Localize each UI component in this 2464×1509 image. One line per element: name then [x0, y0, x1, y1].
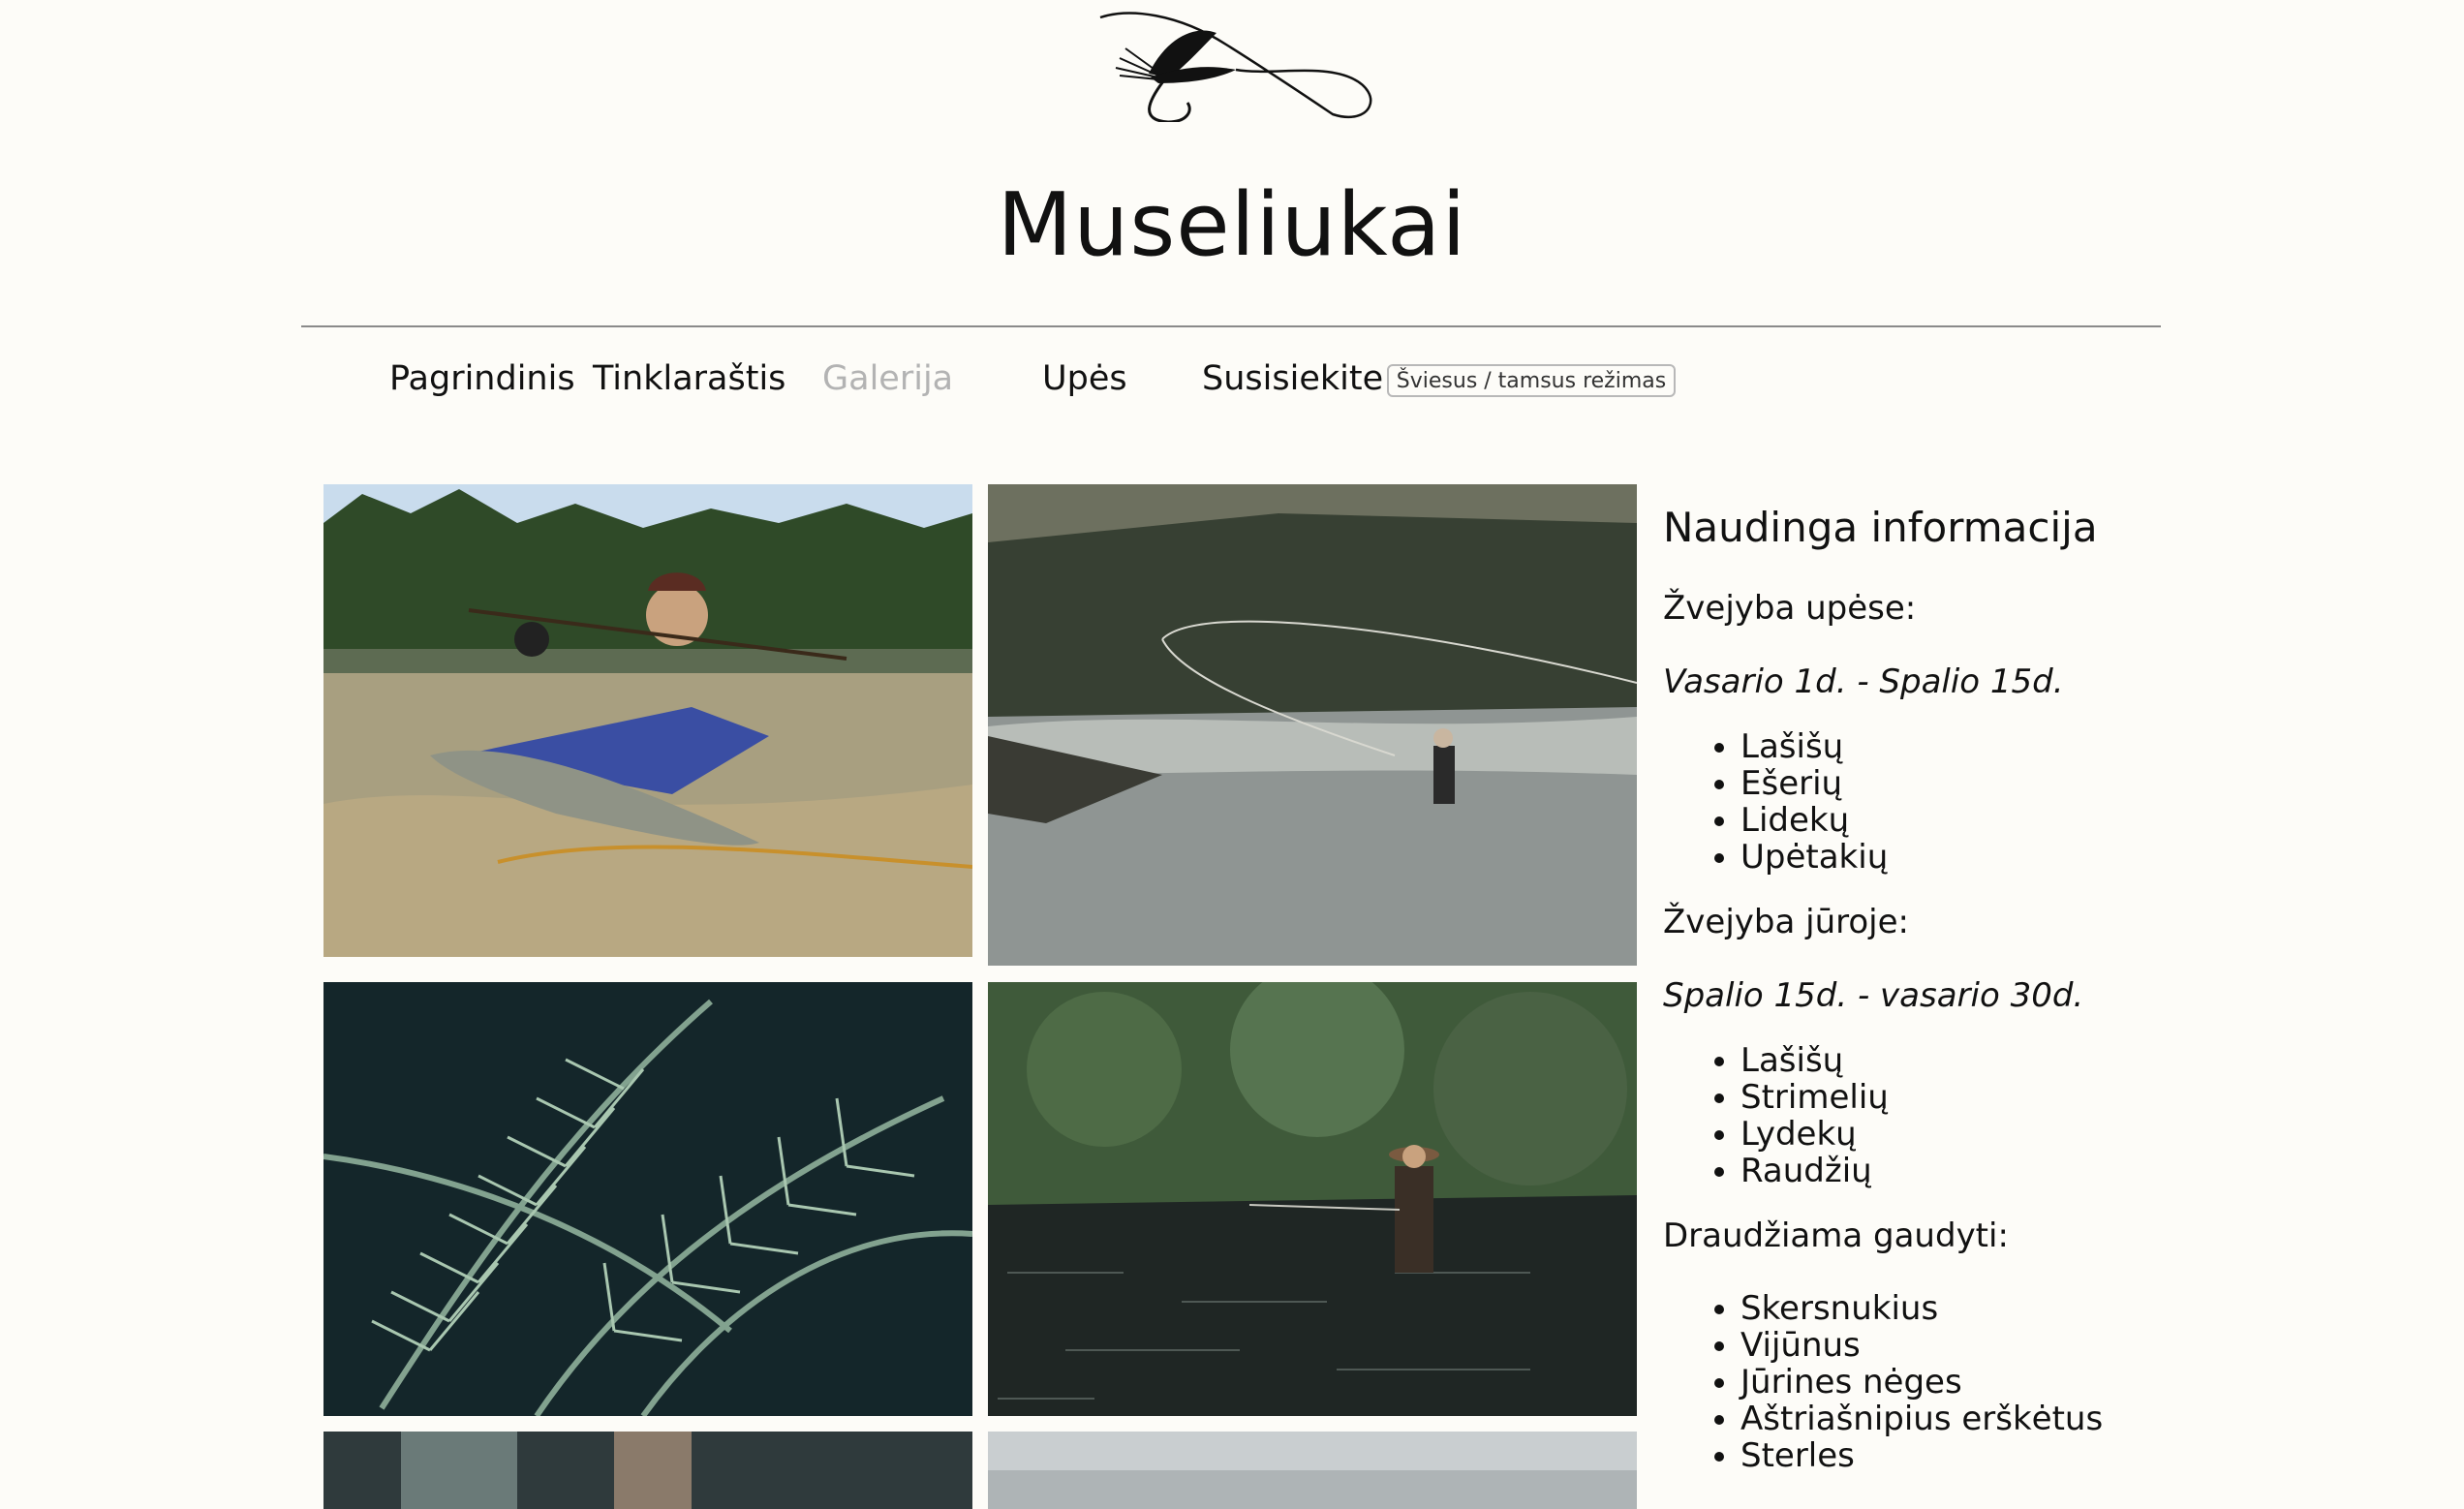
river-fish-list: Lašišų Ešerių Lidekų Upėtakių [1663, 728, 2205, 876]
nav-item-galerija[interactable]: Galerija [822, 354, 953, 403]
river-fishing-dates: Vasario 1d. - Spalio 15d. [1663, 662, 2064, 701]
fern-leaves-photo[interactable] [323, 982, 972, 1416]
list-item: Ešerių [1740, 765, 2205, 802]
nav-item-pagrindinis[interactable]: Pagrindinis [389, 354, 575, 403]
sea-fishing-label: Žvejyba jūroje: [1663, 903, 1909, 941]
header-divider [301, 325, 2161, 327]
list-item: Jūrines nėges [1740, 1364, 2205, 1401]
list-item: Raudžių [1740, 1153, 2205, 1189]
list-item: Upėtakių [1740, 839, 2205, 876]
list-item: Lidekų [1740, 802, 2205, 839]
list-item: Lašišų [1740, 1042, 2205, 1079]
list-item: Sterles [1740, 1437, 2205, 1474]
fly-logo-icon[interactable] [1091, 6, 1377, 124]
list-item: Skersnukius [1740, 1290, 2205, 1327]
list-item: Lydekų [1740, 1116, 2205, 1153]
useful-info-panel: Naudinga informacija Žvejyba upėse: Vasa… [1663, 494, 2205, 1501]
info-heading: Naudinga informacija [1663, 504, 2098, 551]
gallery-photo[interactable] [988, 1432, 1637, 1509]
list-item: Strimelių [1740, 1079, 2205, 1116]
gallery-photo[interactable] [323, 1432, 972, 1509]
angler-casting-river-photo[interactable] [988, 484, 1637, 966]
sea-fish-list: Lašišų Strimelių Lydekų Raudžių [1663, 1042, 2205, 1189]
site-title: Museliukai [997, 174, 1467, 276]
theme-toggle-button[interactable]: Šviesus / tamsus režimas [1387, 364, 1676, 397]
nav-item-susisiekite[interactable]: Susisiekite [1202, 354, 1383, 403]
forbidden-fish-list: Skersnukius Vijūnus Jūrines nėges Aštria… [1663, 1290, 2205, 1474]
list-item: Lašišų [1740, 728, 2205, 765]
angler-holding-fish-photo[interactable] [323, 484, 972, 957]
river-fishing-label: Žvejyba upėse: [1663, 589, 1917, 628]
list-item: Aštriašnipius erškėtus [1740, 1401, 2205, 1437]
sea-fishing-dates: Spalio 15d. - vasario 30d. [1663, 976, 2084, 1015]
forbidden-label: Draudžiama gaudyti: [1663, 1216, 2009, 1255]
list-item: Vijūnus [1740, 1327, 2205, 1364]
nav-item-tinklarastis[interactable]: Tinklaraštis [593, 354, 785, 403]
nav-item-upes[interactable]: Upės [1042, 354, 1127, 403]
angler-wading-river-photo[interactable] [988, 982, 1637, 1416]
